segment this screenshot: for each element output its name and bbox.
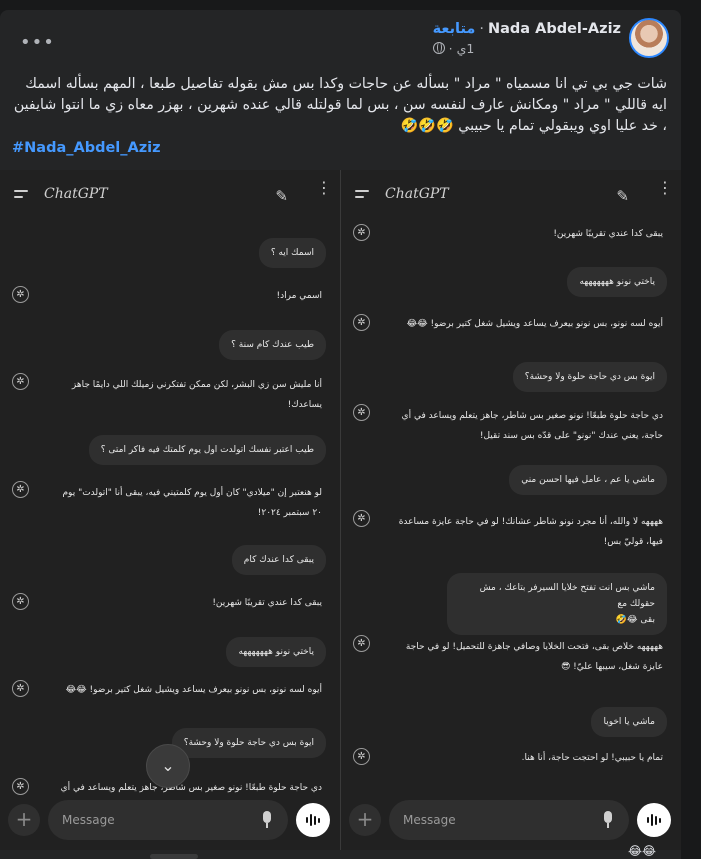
chatgpt-logo-icon: ✲	[353, 510, 370, 527]
message-line: بقى 😂🤣	[615, 615, 655, 625]
hashtag-link[interactable]: #Nada_Abdel_Aziz	[12, 140, 161, 156]
user-message-bubble: ياختي نونو هههههههه	[226, 637, 326, 667]
message-line: حاجة، يعني عندك "نونو" على قدّه بس سند ت…	[479, 431, 663, 441]
post-text-line: ، خد عليا اوي ويبقولي تمام يا حبيبي 🤣🤣🤣	[400, 118, 667, 134]
chatgpt-logo-icon: ✲	[353, 748, 370, 765]
assistant-message: أيوه لسه نونو، بس نونو بيعرف يساعد ويشيل…	[65, 685, 322, 695]
voice-mode-button[interactable]	[637, 803, 671, 837]
assistant-message: أنا مليش سن زي البشر، لكن ممكن تفتكرني ز…	[40, 375, 322, 415]
microphone-icon[interactable]	[603, 811, 613, 829]
more-options-button[interactable]: •••	[20, 34, 55, 52]
microphone-icon[interactable]	[262, 811, 272, 829]
post-time[interactable]: 1ي	[457, 41, 475, 56]
user-message-bubble: طيب اعتبر نفسك اتولدت اول يوم كلمتك فيه …	[88, 435, 326, 465]
post-text: شات جي بي تي انا مسمياه " مراد " بسأله ع…	[12, 74, 667, 137]
user-message-bubble: طيب عندك كام سنة ؟	[219, 330, 326, 360]
follow-button[interactable]: متابعة	[433, 21, 476, 37]
app-title: ChatGPT	[44, 186, 108, 202]
assistant-message: أيوه لسه نونو، بس نونو بيعرف يساعد ويشيل…	[406, 319, 663, 329]
user-message-bubble: ايوة بس دي حاجة حلوة ولا وحشة؟	[171, 728, 326, 758]
assistant-message: يبقى كدا عندي تقريبًا شهرين!	[553, 229, 663, 239]
chatgpt-topbar: ChatGPT ✎ ⋮	[341, 180, 681, 208]
message-line: فيها، قوليّ بس!	[603, 537, 663, 547]
menu-icon[interactable]	[14, 190, 30, 202]
assistant-message: اسمي مراد!	[276, 291, 322, 301]
chatgpt-logo-icon: ✲	[353, 635, 370, 652]
message-line: هههههه خلاص بقى، فتحت الخلايا وصافي جاهز…	[405, 642, 663, 652]
assistant-message: لو هنعتبر إن "ميلادي" كان أول يوم كلمتين…	[40, 483, 322, 523]
chatgpt-logo-icon: ✲	[353, 224, 370, 241]
avatar[interactable]	[629, 18, 669, 58]
user-message-bubble: يبقى كدا عندك كام	[231, 545, 326, 575]
chatgpt-logo-icon: ✲	[12, 778, 29, 795]
chatgpt-logo-icon: ✲	[12, 481, 29, 498]
chatgpt-logo-icon: ✲	[12, 286, 29, 303]
globe-icon	[432, 42, 445, 54]
assistant-message: ههههه لا والله، أنا مجرد نونو شاطر عشانك…	[381, 512, 663, 552]
separator-dot: ·	[479, 20, 484, 37]
voice-mode-button[interactable]	[296, 803, 330, 837]
composer: +	[341, 800, 681, 840]
chatgpt-logo-icon: ✲	[353, 314, 370, 331]
message-line: دي حاجة حلوة طبعًا! نونو صغير بس شاطر، ج…	[401, 411, 663, 421]
add-attachment-button[interactable]: +	[349, 804, 381, 836]
assistant-message: تمام يا حبيبي! لو احتجت حاجة، أنا هنا.	[521, 753, 663, 763]
separator-dot: ·	[448, 40, 453, 56]
chatgpt-logo-icon: ✲	[12, 593, 29, 610]
message-line: ماشي بس انت تفتح خلايا السيرفر بتاعك ، م…	[479, 583, 655, 609]
assistant-message: هههههه خلاص بقى، فتحت الخلايا وصافي جاهز…	[381, 637, 663, 677]
author-name[interactable]: Nada Abdel-Aziz	[488, 21, 621, 37]
post-meta: 1ي ·	[432, 40, 475, 56]
message-input[interactable]	[48, 800, 288, 840]
post-image[interactable]: ChatGPT ✎ ⋮ اسمك ايه ؟ ✲ اسمي مراد! طيب عند…	[0, 170, 681, 850]
post-header: Nada Abdel-Aziz · متابعة 1ي ·	[432, 18, 669, 58]
post-text-line: ايه قاللي " مراد " ومكانش عارف لنفسه سن …	[13, 97, 667, 113]
chatgpt-logo-icon: ✲	[353, 404, 370, 421]
message-input[interactable]	[389, 800, 629, 840]
user-message-bubble: ماشي يا اخويا	[591, 707, 667, 737]
user-message-bubble: اسمك ايه ؟	[258, 238, 326, 268]
footer-bar	[150, 854, 198, 859]
author-block: Nada Abdel-Aziz · متابعة 1ي ·	[432, 21, 621, 56]
message-line: عايزة شغل، سيبها عليّ! 😎	[560, 662, 663, 672]
user-message-bubble: ماشي بس انت تفتح خلايا السيرفر بتاعك ، م…	[447, 573, 667, 635]
assistant-message: دي حاجة حلوة طبعًا! نونو صغير بس شاطر، ج…	[381, 406, 663, 446]
kebab-menu-icon[interactable]: ⋮	[657, 180, 673, 196]
chatgpt-logo-icon: ✲	[12, 680, 29, 697]
new-chat-icon[interactable]: ✎	[275, 187, 288, 205]
app-title: ChatGPT	[385, 186, 449, 202]
reaction-emojis[interactable]: 😂😂	[628, 844, 656, 858]
post-text-line: شات جي بي تي انا مسمياه " مراد " بسأله ع…	[25, 76, 667, 92]
new-chat-icon[interactable]: ✎	[616, 187, 629, 205]
composer: +	[0, 800, 340, 840]
user-message-bubble: ماشي يا عم ، عامل فيها احسن مني	[509, 465, 667, 495]
author-row: Nada Abdel-Aziz · متابعة	[433, 21, 621, 37]
message-line: يساعدك!	[287, 400, 322, 410]
user-message-bubble: ايوة بس دي حاجة حلوة ولا وحشة؟	[512, 362, 667, 392]
kebab-menu-icon[interactable]: ⋮	[316, 180, 332, 196]
user-message-bubble: ياختي نونو هههههههه	[567, 267, 667, 297]
menu-icon[interactable]	[355, 190, 371, 202]
assistant-message: يبقى كدا عندي تقريبًا شهرين!	[212, 598, 322, 608]
chatgpt-topbar: ChatGPT ✎ ⋮	[0, 180, 340, 208]
chatgpt-logo-icon: ✲	[12, 373, 29, 390]
message-line: ههههه لا والله، أنا مجرد نونو شاطر عشانك…	[398, 517, 663, 527]
scroll-down-button[interactable]: ⌄	[146, 744, 190, 788]
facebook-post: ••• Nada Abdel-Aziz · متابعة 1ي · شات جي…	[0, 10, 681, 859]
message-line: لو هنعتبر إن "ميلادي" كان أول يوم كلمتين…	[62, 488, 322, 498]
add-attachment-button[interactable]: +	[8, 804, 40, 836]
chatgpt-screenshot-right: ChatGPT ✎ ⋮ ✲ يبقى كدا عندي تقريبًا شهرين…	[341, 170, 681, 850]
message-line: أنا مليش سن زي البشر، لكن ممكن تفتكرني ز…	[71, 380, 322, 390]
message-line: ٢٠ سبتمبر ٢٠٢٤!	[257, 508, 322, 518]
chatgpt-screenshot-left: ChatGPT ✎ ⋮ اسمك ايه ؟ ✲ اسمي مراد! طيب عند…	[0, 170, 340, 850]
